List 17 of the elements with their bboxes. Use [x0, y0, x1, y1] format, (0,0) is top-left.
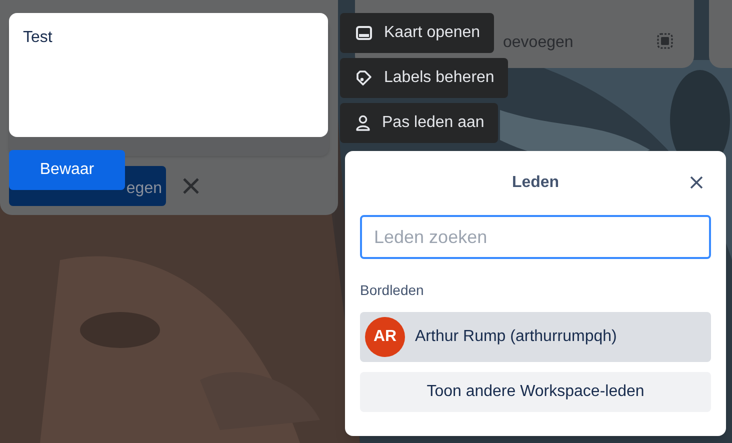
section-heading: Bordleden — [360, 282, 424, 298]
popup-title: Leden — [512, 173, 560, 193]
quick-action-button[interactable]: Kaart openen — [340, 13, 494, 53]
quick-action-button[interactable]: Labels beheren — [340, 58, 508, 98]
card-icon — [356, 26, 372, 40]
save-button[interactable]: Bewaar — [9, 150, 125, 190]
tag-icon — [356, 70, 372, 86]
quick-action-button[interactable]: Pas leden aan — [340, 103, 498, 143]
show-more-button[interactable]: Toon andere Workspace-leden — [360, 372, 711, 412]
avatar: AR — [365, 317, 405, 357]
member-name: Arthur Rump (arthurrumpqh) — [415, 327, 617, 347]
search-field[interactable]: Leden zoeken — [360, 215, 711, 259]
person-icon — [356, 115, 370, 131]
card-title-input[interactable]: Test — [9, 13, 328, 137]
close-icon[interactable] — [690, 176, 703, 189]
template-icon[interactable] — [657, 33, 673, 49]
member-row[interactable]: AR Arthur Rump (arthurrumpqh) — [360, 312, 711, 362]
